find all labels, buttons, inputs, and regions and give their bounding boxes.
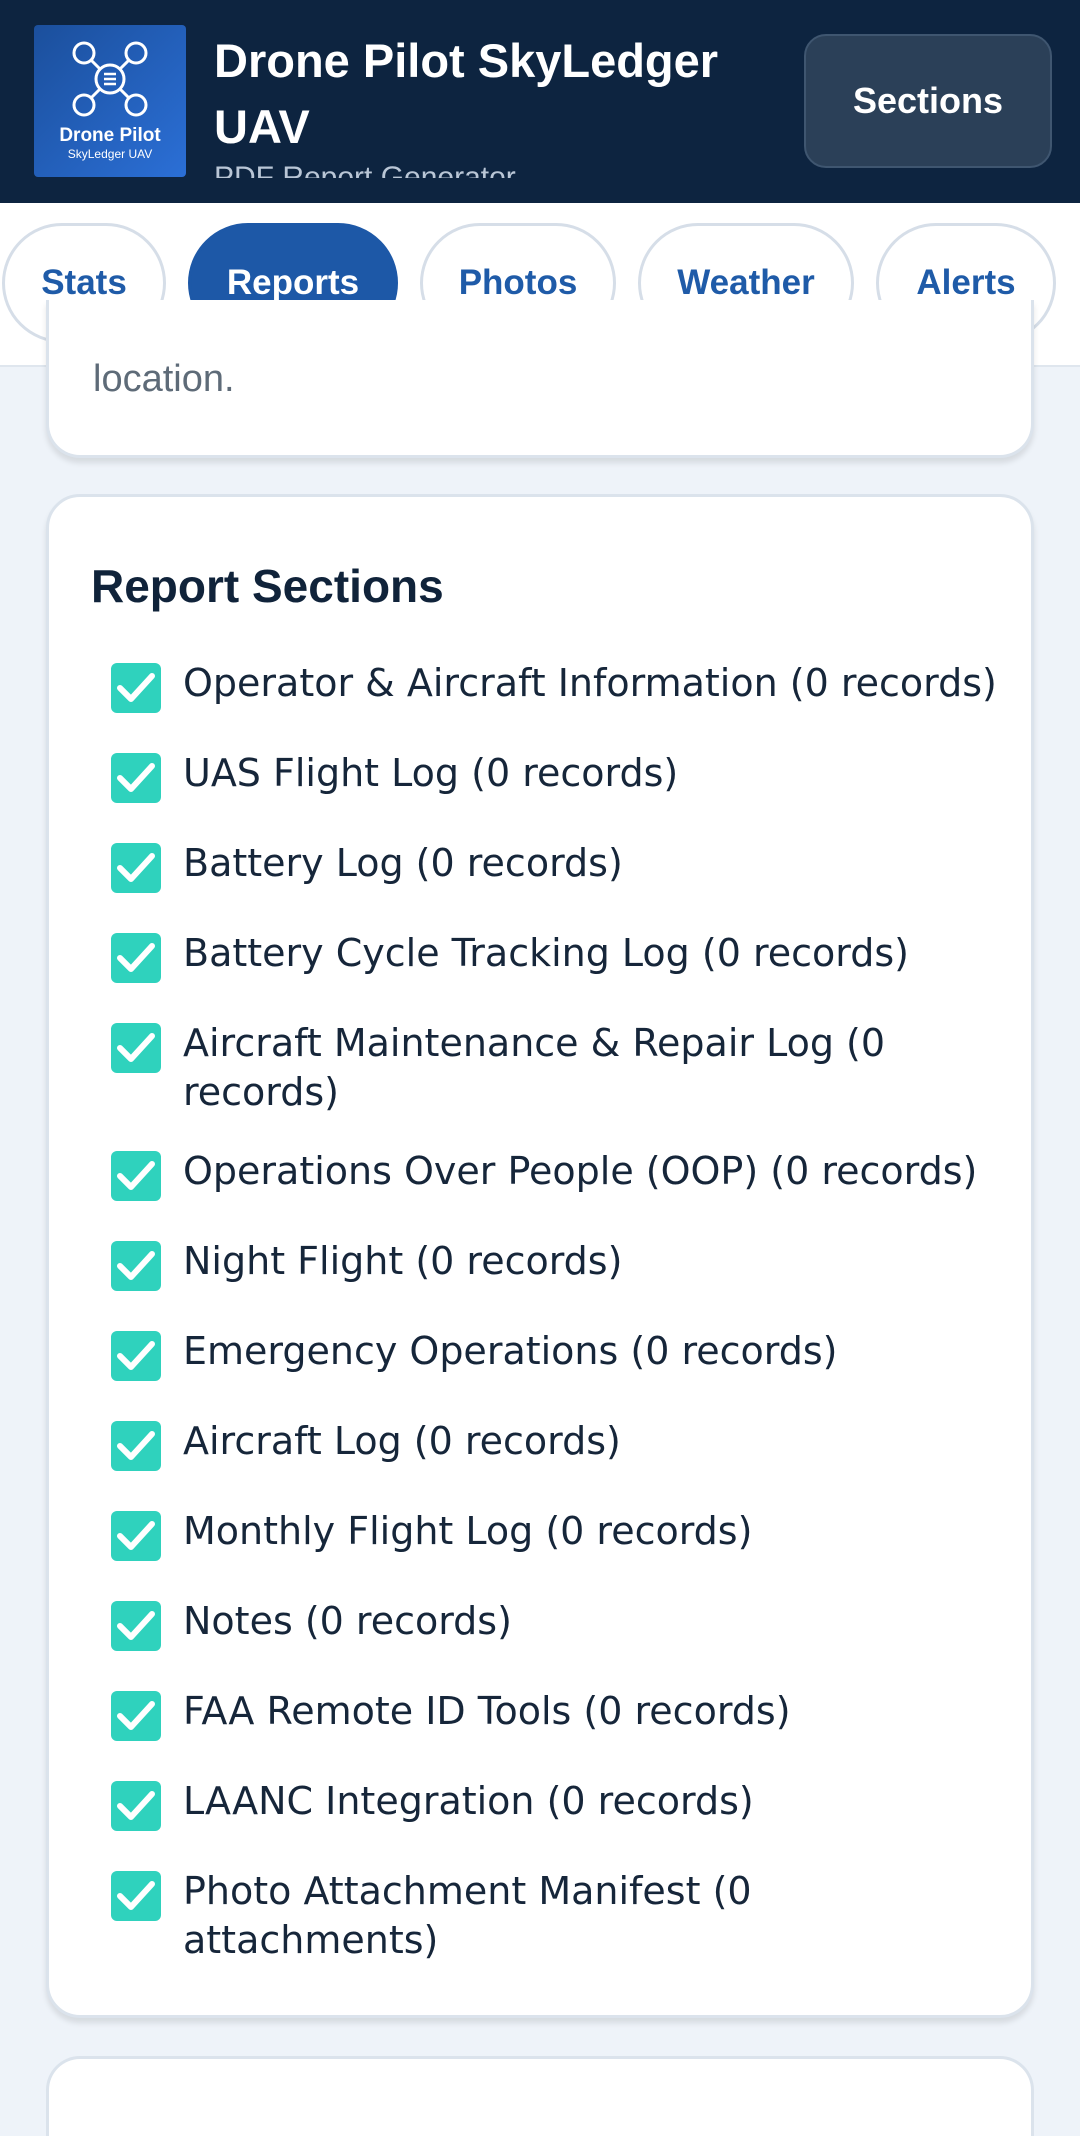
checkmark-icon	[117, 1161, 155, 1190]
checkbox-checked[interactable]	[111, 1151, 161, 1201]
section-label: Notes (0 records)	[183, 1599, 512, 1643]
checkbox-checked[interactable]	[111, 663, 161, 713]
checkmark-icon	[117, 1251, 155, 1280]
previous-card-text: location.	[93, 358, 235, 400]
app-logo: Drone Pilot SkyLedger UAV	[34, 25, 186, 177]
sections-button[interactable]: Sections	[804, 34, 1052, 168]
section-label: Aircraft Maintenance & Repair Log (0 rec…	[183, 1021, 886, 1114]
checkbox-checked[interactable]	[111, 1781, 161, 1831]
drone-icon	[72, 41, 148, 117]
previous-card: location.	[46, 300, 1034, 458]
checkmark-icon	[117, 1521, 155, 1550]
checkbox-checked[interactable]	[111, 1691, 161, 1741]
checkmark-icon	[117, 1701, 155, 1730]
checkbox-checked[interactable]	[111, 1511, 161, 1561]
app-header: Drone Pilot SkyLedger UAV Drone Pilot Sk…	[0, 0, 1080, 203]
checkbox-checked[interactable]	[111, 1871, 161, 1921]
section-label: UAS Flight Log (0 records)	[183, 751, 679, 795]
logo-text-secondary: SkyLedger UAV	[67, 147, 153, 161]
section-label: Aircraft Log (0 records)	[183, 1419, 621, 1463]
checkmark-icon	[117, 673, 155, 702]
checkbox-checked[interactable]	[111, 1421, 161, 1471]
report-sections-card: Report Sections Operator & Aircraft Info…	[46, 494, 1034, 2018]
report-sections-title: Report Sections	[91, 560, 444, 612]
checkmark-icon	[117, 943, 155, 972]
checkmark-icon	[117, 1431, 155, 1460]
section-label: Monthly Flight Log (0 records)	[183, 1509, 753, 1553]
section-label: Battery Cycle Tracking Log (0 records)	[183, 931, 909, 975]
section-label: Battery Log (0 records)	[183, 841, 623, 885]
checkbox-checked[interactable]	[111, 1601, 161, 1651]
checkmark-icon	[117, 1881, 155, 1910]
section-label: Emergency Operations (0 records)	[183, 1329, 838, 1373]
checkbox-checked[interactable]	[111, 933, 161, 983]
section-label: Operator & Aircraft Information (0 recor…	[183, 661, 997, 705]
logo-text-primary: Drone Pilot	[59, 125, 161, 146]
section-label: Photo Attachment Manifest (0 attachments…	[183, 1869, 752, 1962]
checkbox-checked[interactable]	[111, 1241, 161, 1291]
app-subtitle: PDF Report Generator	[214, 161, 516, 178]
checkmark-icon	[117, 1611, 155, 1640]
checkmark-icon	[117, 1341, 155, 1370]
section-label: Night Flight (0 records)	[183, 1239, 623, 1283]
next-card	[46, 2056, 1034, 2136]
app-title: Drone Pilot SkyLedger UAV	[214, 34, 719, 153]
section-label: LAANC Integration (0 records)	[183, 1779, 754, 1823]
section-label: Operations Over People (OOP) (0 records)	[183, 1149, 978, 1193]
checkbox-checked[interactable]	[111, 1331, 161, 1381]
section-label: FAA Remote ID Tools (0 records)	[183, 1689, 791, 1733]
checkbox-checked[interactable]	[111, 753, 161, 803]
checkmark-icon	[117, 1033, 155, 1062]
checkmark-icon	[117, 853, 155, 882]
checkbox-checked[interactable]	[111, 843, 161, 893]
checkmark-icon	[117, 763, 155, 792]
checkbox-checked[interactable]	[111, 1023, 161, 1073]
checkmark-icon	[117, 1791, 155, 1820]
app-title-block: Drone Pilot SkyLedger UAV PDF Report Gen…	[214, 28, 754, 178]
